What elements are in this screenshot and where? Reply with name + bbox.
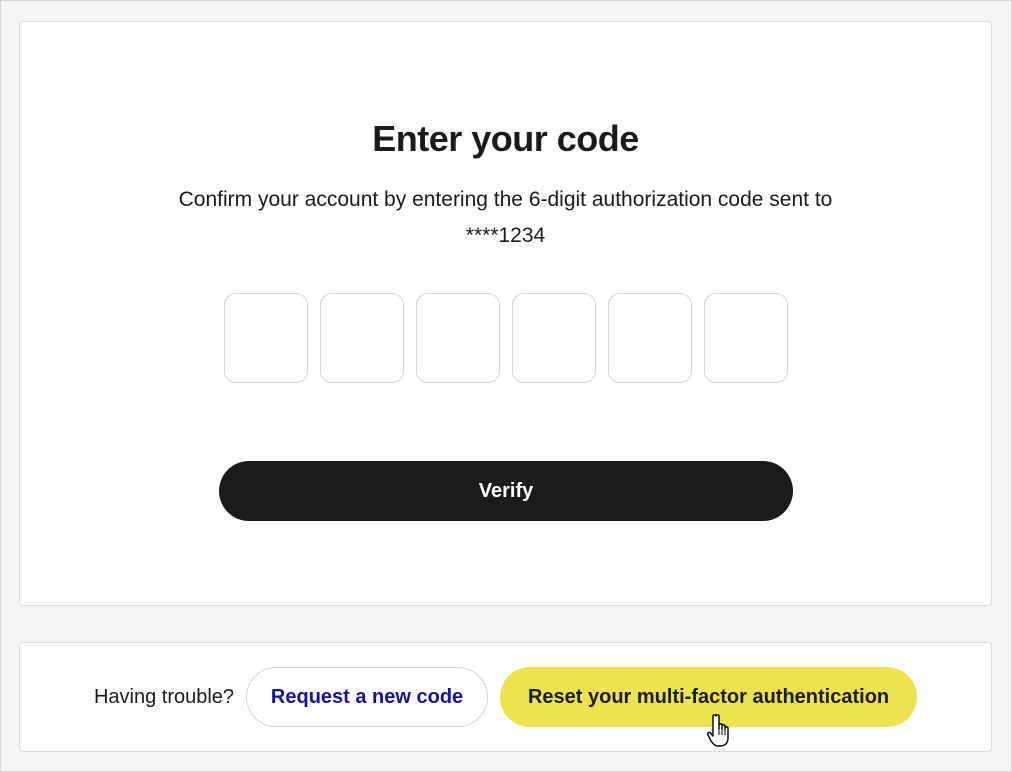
verification-description: Confirm your account by entering the 6-d… [178, 188, 833, 247]
hand-pointer-icon [707, 714, 729, 747]
verification-card: Enter your code Confirm your account by … [19, 21, 992, 606]
code-digit-3[interactable] [416, 293, 500, 383]
code-digit-5[interactable] [608, 293, 692, 383]
code-input-group [224, 293, 788, 383]
code-digit-2[interactable] [320, 293, 404, 383]
code-digit-4[interactable] [512, 293, 596, 383]
page-title: Enter your code [372, 118, 639, 159]
help-prompt: Having trouble? [93, 685, 235, 708]
request-new-code-button[interactable]: Request a new code [246, 667, 489, 727]
verify-button[interactable]: Verify [219, 461, 793, 521]
code-digit-6[interactable] [704, 293, 788, 383]
help-card: Having trouble? Request a new code Reset… [19, 642, 992, 752]
help-row: Having trouble? Request a new code Reset… [20, 667, 991, 727]
code-digit-1[interactable] [224, 293, 308, 383]
